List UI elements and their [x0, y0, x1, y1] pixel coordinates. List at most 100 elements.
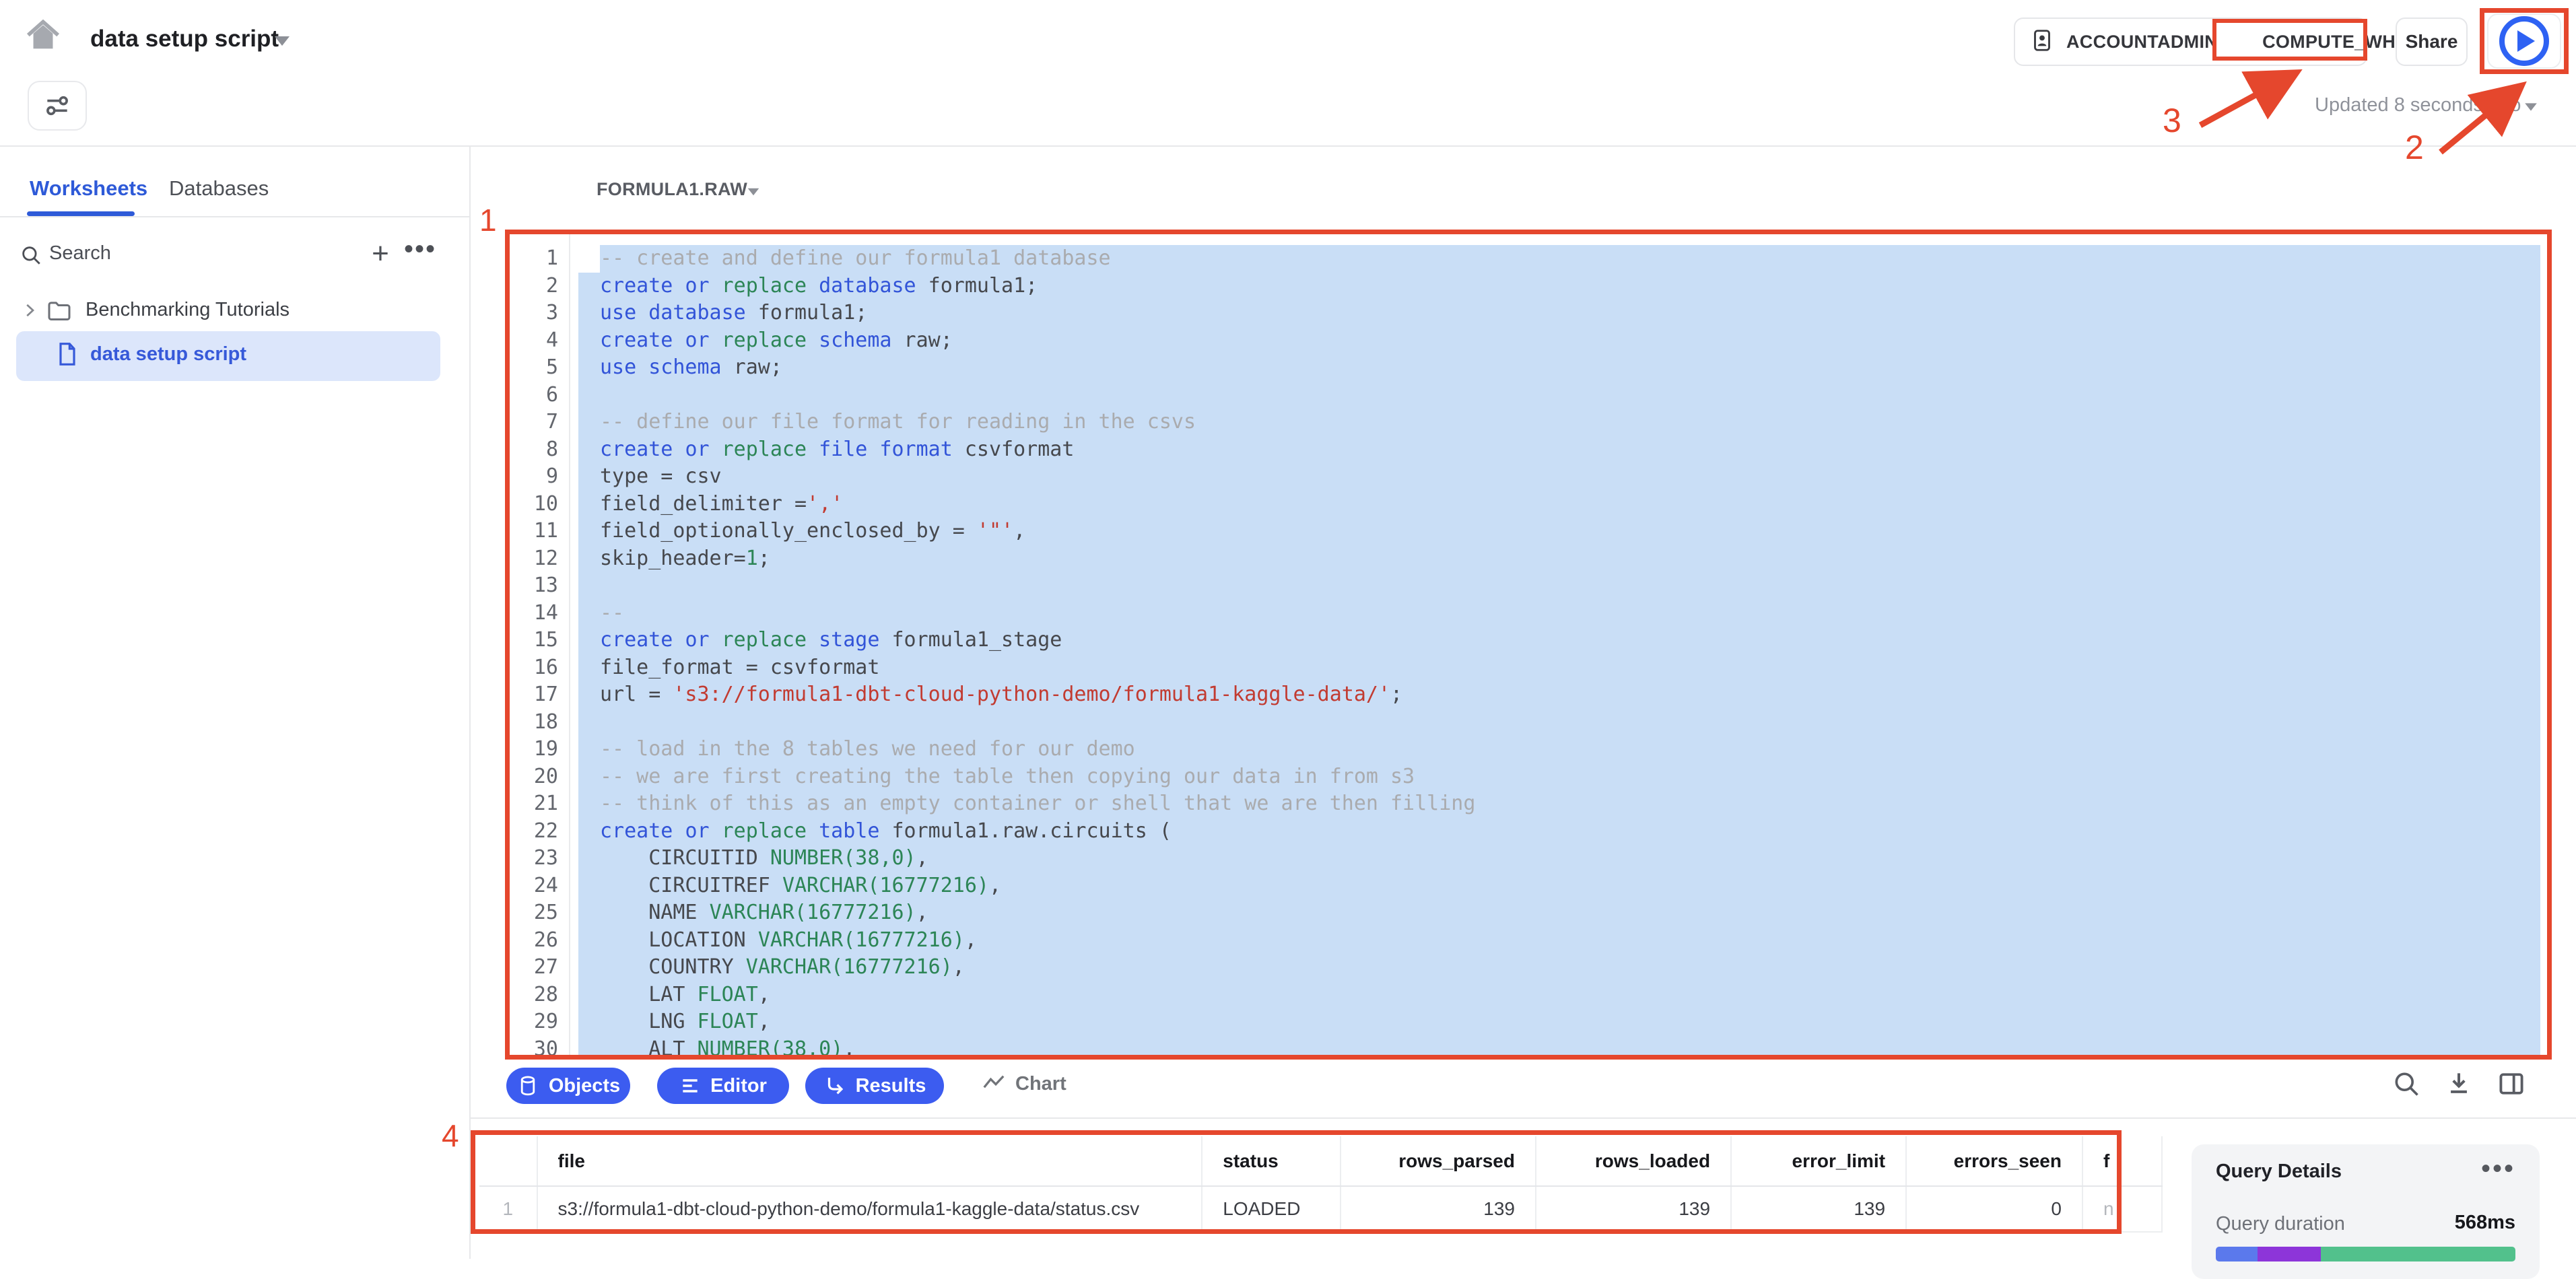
tab-databases[interactable]: Databases — [169, 176, 269, 201]
selected-worksheet-label: data setup script — [90, 343, 246, 366]
table-cell: 139 — [1731, 1186, 1906, 1232]
tab-worksheets[interactable]: Worksheets — [30, 176, 147, 201]
title-dropdown-caret-icon[interactable] — [275, 36, 290, 46]
column-header[interactable]: status — [1202, 1136, 1341, 1186]
code-line[interactable]: skip_header=1; — [510, 545, 2547, 573]
column-header[interactable] — [479, 1136, 537, 1186]
role-selector[interactable]: ACCOUNTADMIN — [2066, 32, 2218, 53]
code-line[interactable]: use schema raw; — [510, 354, 2547, 382]
query-duration-value: 568ms — [2455, 1212, 2515, 1234]
worksheet-doc-icon — [54, 341, 81, 371]
annotation-label-1: 1 — [479, 202, 497, 238]
code-line[interactable]: CIRCUITREF VARCHAR(16777216), — [510, 872, 2547, 900]
code-line[interactable]: field_optionally_enclosed_by = '"', — [510, 518, 2547, 545]
chevron-right-icon[interactable] — [20, 300, 40, 324]
query-duration-label: Query duration — [2216, 1213, 2345, 1235]
play-icon — [2499, 16, 2549, 66]
column-header[interactable]: error_limit — [1731, 1136, 1906, 1186]
code-line[interactable]: -- think of this as an empty container o… — [510, 790, 2547, 818]
results-table: filestatusrows_parsedrows_loadederror_li… — [479, 1136, 2163, 1233]
sidebar-item-benchmarking-tutorials[interactable]: Benchmarking Tutorials — [86, 299, 290, 321]
search-results-icon[interactable] — [2392, 1069, 2421, 1099]
sliders-icon — [42, 91, 72, 120]
code-line[interactable]: -- we are first creating the table then … — [510, 763, 2547, 791]
code-line[interactable] — [510, 572, 2547, 600]
results-button[interactable]: Results — [805, 1068, 944, 1104]
table-cell: 0 — [1906, 1186, 2082, 1232]
user-badge-icon — [2030, 28, 2054, 56]
code-line[interactable]: LOCATION VARCHAR(16777216), — [510, 927, 2547, 955]
top-header-bar: data setup script ACCOUNTADMIN COMPUTE_W… — [0, 0, 2576, 147]
column-header[interactable]: file — [537, 1136, 1202, 1186]
tabs-divider — [0, 216, 469, 217]
code-line[interactable]: -- — [510, 600, 2547, 627]
code-line[interactable]: create or replace file format csvformat — [510, 436, 2547, 464]
objects-button[interactable]: Objects — [506, 1068, 630, 1104]
worksheet-title[interactable]: data setup script — [90, 26, 279, 53]
editor-button[interactable]: Editor — [657, 1068, 789, 1104]
sidebar-more-button[interactable]: ••• — [404, 234, 436, 265]
results-table-container: filestatusrows_parsedrows_loadederror_li… — [479, 1136, 2163, 1234]
table-cell: n — [2082, 1186, 2162, 1232]
updated-status: Updated 8 seconds ago — [2315, 94, 2521, 116]
duration-bar-segment — [2216, 1247, 2258, 1261]
table-row[interactable]: 1s3://formula1-dbt-cloud-python-demo/for… — [479, 1186, 2162, 1232]
duration-bar-segment — [2258, 1247, 2320, 1261]
column-header[interactable]: rows_loaded — [1536, 1136, 1731, 1186]
warehouse-selector[interactable]: COMPUTE_WH — [2262, 32, 2396, 53]
code-line[interactable]: -- define our file format for reading in… — [510, 409, 2547, 436]
tab-chart[interactable]: Chart — [982, 1072, 1066, 1096]
context-selector-pill[interactable]: ACCOUNTADMIN COMPUTE_WH — [2014, 18, 2367, 66]
code-line[interactable]: use database formula1; — [510, 300, 2547, 327]
code-lines: -- create and define our formula1 databa… — [510, 245, 2547, 1055]
code-line[interactable]: LAT FLOAT, — [510, 981, 2547, 1009]
table-cell: s3://formula1-dbt-cloud-python-demo/form… — [537, 1186, 1202, 1232]
home-icon[interactable] — [24, 18, 62, 55]
folder-icon — [46, 298, 73, 328]
code-line[interactable]: file_format = csvformat — [510, 654, 2547, 682]
database-icon — [516, 1074, 539, 1097]
code-line[interactable]: -- create and define our formula1 databa… — [510, 245, 2547, 273]
share-button[interactable]: Share — [2396, 18, 2468, 66]
download-icon[interactable] — [2444, 1069, 2474, 1099]
results-arrow-icon — [823, 1074, 846, 1097]
sidebar-divider — [469, 147, 471, 1259]
code-line[interactable]: field_delimiter =',' — [510, 491, 2547, 518]
table-cell: 139 — [1536, 1186, 1731, 1232]
duration-bar-segment — [2321, 1247, 2515, 1261]
code-line[interactable]: COUNTRY VARCHAR(16777216), — [510, 954, 2547, 981]
code-line[interactable]: create or replace stage formula1_stage — [510, 627, 2547, 654]
updated-dropdown-caret-icon[interactable] — [2525, 103, 2537, 110]
code-line[interactable]: type = csv — [510, 463, 2547, 491]
column-header[interactable]: errors_seen — [1906, 1136, 2082, 1186]
code-line[interactable]: create or replace schema raw; — [510, 327, 2547, 355]
split-columns-icon[interactable] — [2497, 1069, 2526, 1099]
sql-editor[interactable]: 1234567891011121314151617181920212223242… — [510, 234, 2547, 1055]
search-icon — [20, 244, 42, 270]
active-tab-underline — [27, 211, 135, 216]
filters-button[interactable] — [28, 81, 87, 131]
results-body: 1s3://formula1-dbt-cloud-python-demo/for… — [479, 1186, 2162, 1232]
schema-context-selector[interactable]: FORMULA1.RAW — [597, 179, 747, 200]
run-button[interactable] — [2487, 13, 2561, 69]
query-details-more-button[interactable]: ••• — [2481, 1154, 2515, 1184]
code-line[interactable]: url = 's3://formula1-dbt-cloud-python-de… — [510, 681, 2547, 709]
editor-lines-icon — [679, 1075, 701, 1097]
table-cell: 1 — [479, 1186, 537, 1232]
add-worksheet-button[interactable]: + — [364, 237, 397, 271]
code-line[interactable]: LNG FLOAT, — [510, 1008, 2547, 1036]
search-input[interactable]: Search — [49, 242, 111, 265]
code-line[interactable]: create or replace database formula1; — [510, 273, 2547, 300]
code-line[interactable]: CIRCUITID NUMBER(38,0), — [510, 845, 2547, 872]
code-line[interactable]: NAME VARCHAR(16777216), — [510, 899, 2547, 927]
code-line[interactable]: create or replace table formula1.raw.cir… — [510, 818, 2547, 845]
results-divider — [469, 1117, 2576, 1119]
code-line[interactable] — [510, 709, 2547, 736]
code-line[interactable]: ALT NUMBER(38,0), — [510, 1036, 2547, 1056]
context-caret-icon[interactable] — [748, 188, 759, 196]
column-header[interactable]: rows_parsed — [1341, 1136, 1536, 1186]
code-line[interactable] — [510, 382, 2547, 409]
code-line[interactable]: -- load in the 8 tables we need for our … — [510, 736, 2547, 763]
column-header[interactable]: f — [2082, 1136, 2162, 1186]
annotation-label-4: 4 — [442, 1117, 459, 1154]
